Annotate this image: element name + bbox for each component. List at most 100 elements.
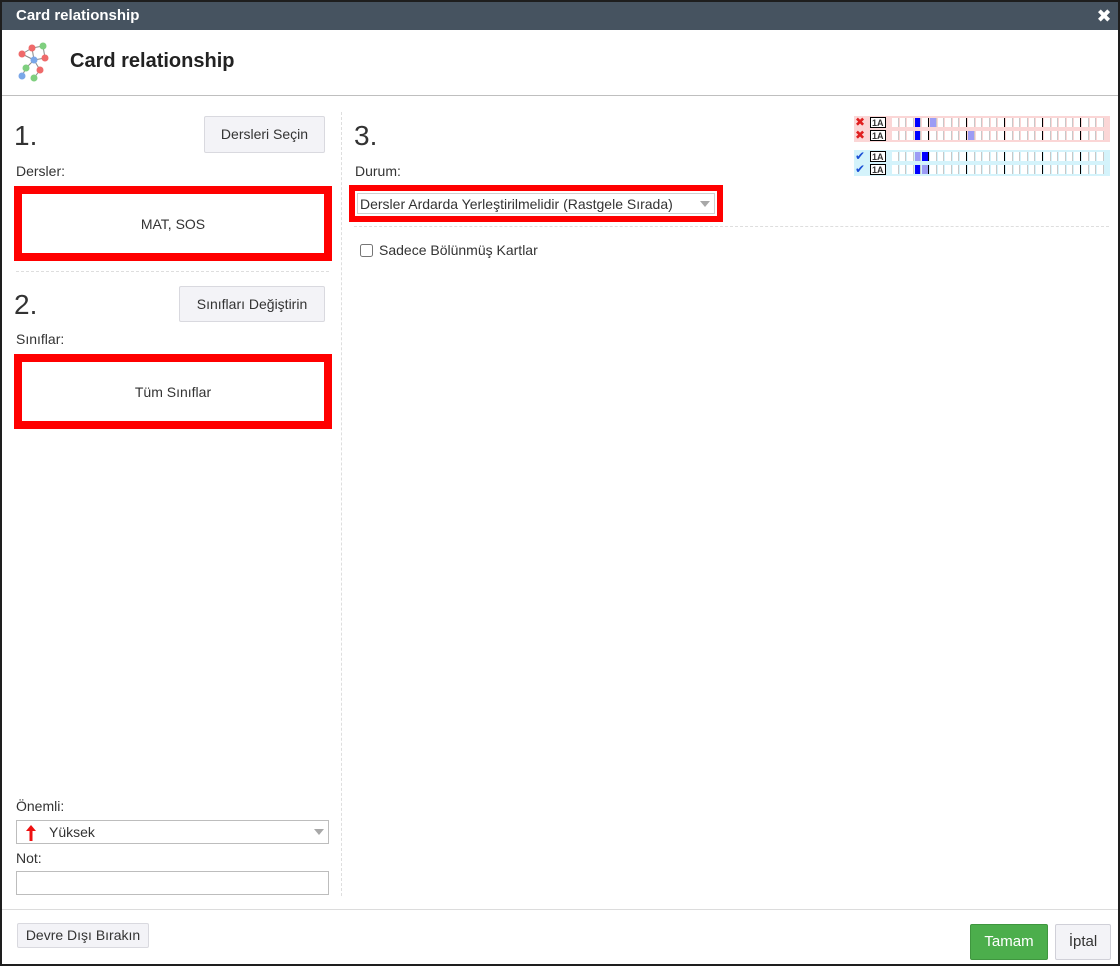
legend-cell (983, 152, 990, 161)
legend-cell (1021, 152, 1028, 161)
classes-value: Tüm Sınıflar (134, 383, 212, 400)
legend-cell (1051, 165, 1059, 174)
relationship-legend: ✖ 1A ✖ 1A ✔ 1A ✔ 1A (854, 115, 1110, 182)
legend-cell (983, 165, 990, 174)
split-cards-checkbox[interactable] (360, 243, 373, 257)
legend-cell (892, 165, 899, 174)
legend-cell (1051, 118, 1059, 127)
legend-cell (1044, 165, 1051, 174)
legend-cell (990, 131, 998, 140)
legend-cell (1074, 165, 1081, 174)
legend-cell (907, 152, 914, 161)
legend-cell (1082, 131, 1089, 140)
legend-cell (930, 152, 937, 161)
legend-cell (945, 152, 952, 161)
status-select[interactable]: Dersler Ardarda Yerleştirilmelidir (Rast… (357, 193, 715, 214)
legend-cell (998, 152, 1005, 161)
legend-cell (1097, 131, 1104, 140)
importance-label: Önemli: (16, 798, 65, 814)
disable-button[interactable]: Devre Dışı Bırakın (17, 923, 149, 948)
chevron-down-icon (700, 201, 710, 207)
legend-cell (1082, 152, 1089, 161)
cross-icon: ✖ (855, 115, 866, 129)
legend-cell (1021, 118, 1028, 127)
legend-cell (1074, 118, 1081, 127)
legend-cell (975, 131, 983, 140)
check-icon: ✔ (855, 162, 866, 176)
legend-row: ✔ 1A (854, 162, 1110, 176)
step-1-number: 1. (14, 120, 38, 151)
legend-cell (975, 118, 983, 127)
footer-divider (2, 909, 1118, 910)
legend-cell (1066, 165, 1074, 174)
legend-cell (968, 118, 975, 127)
ok-button[interactable]: Tamam (970, 924, 1048, 960)
legend-cell (1066, 118, 1074, 127)
legend-cell (968, 152, 975, 161)
legend-cell (968, 165, 975, 174)
card-relationship-dialog: Card relationship ✖ Card relationship 1.… (0, 0, 1120, 966)
legend-cell (1036, 152, 1043, 161)
legend-cell (922, 152, 929, 161)
legend-cell (922, 118, 929, 127)
section-divider (16, 271, 329, 272)
legend-cell (1082, 118, 1089, 127)
cancel-button[interactable]: İptal (1055, 924, 1111, 960)
legend-cell (899, 118, 907, 127)
importance-select[interactable]: Yüksek (16, 820, 329, 844)
legend-cell (930, 131, 937, 140)
legend-cell (1089, 165, 1097, 174)
legend-class-label: 1A (870, 151, 886, 162)
legend-cell (1051, 152, 1059, 161)
legend-cell (1059, 118, 1066, 127)
select-subjects-button[interactable]: Dersleri Seçin (204, 116, 325, 153)
arrow-up-icon (26, 825, 36, 841)
legend-cell (1074, 152, 1081, 161)
legend-cell (975, 165, 983, 174)
note-input[interactable] (16, 871, 329, 895)
legend-cell (892, 131, 899, 140)
legend-cell (922, 131, 929, 140)
legend-cell (1059, 131, 1066, 140)
legend-cell (968, 131, 975, 140)
legend-cell (960, 165, 967, 174)
legend-cell (1097, 118, 1104, 127)
legend-cell (1013, 118, 1021, 127)
legend-cell (1059, 152, 1066, 161)
legend-cell (945, 118, 952, 127)
cross-icon: ✖ (855, 128, 866, 142)
legend-cell (892, 152, 899, 161)
legend-cell (907, 131, 914, 140)
legend-cell (990, 118, 998, 127)
subjects-box[interactable]: MAT, SOS (14, 186, 332, 261)
split-cards-option[interactable]: Sadece Bölünmüş Kartlar (360, 242, 538, 258)
legend-cell (930, 118, 937, 127)
legend-cell (998, 165, 1005, 174)
classes-label: Sınıflar: (16, 331, 65, 347)
legend-cell (1044, 118, 1051, 127)
legend-cell (1044, 152, 1051, 161)
close-icon[interactable]: ✖ (1094, 2, 1114, 30)
importance-value: Yüksek (49, 824, 95, 840)
chevron-down-icon (314, 829, 324, 835)
legend-row: ✖ 1A (854, 115, 1110, 129)
legend-class-label: 1A (870, 164, 886, 175)
legend-cell (990, 152, 998, 161)
legend-cell (1028, 118, 1036, 127)
legend-cell (1021, 131, 1028, 140)
legend-cell (1021, 165, 1028, 174)
status-value: Dersler Ardarda Yerleştirilmelidir (Rast… (360, 196, 673, 212)
legend-cell (983, 131, 990, 140)
legend-cell (892, 118, 899, 127)
legend-cell (1006, 131, 1013, 140)
legend-cell (1028, 131, 1036, 140)
change-classes-button[interactable]: Sınıfları Değiştirin (179, 286, 325, 322)
legend-cell (1089, 118, 1097, 127)
legend-cell (998, 118, 1005, 127)
classes-box[interactable]: Tüm Sınıflar (14, 354, 332, 429)
status-label: Durum: (355, 163, 401, 179)
step-2-number: 2. (14, 289, 38, 320)
legend-cell (937, 152, 945, 161)
legend-row: ✔ 1A (854, 149, 1110, 163)
legend-row: ✖ 1A (854, 128, 1110, 142)
